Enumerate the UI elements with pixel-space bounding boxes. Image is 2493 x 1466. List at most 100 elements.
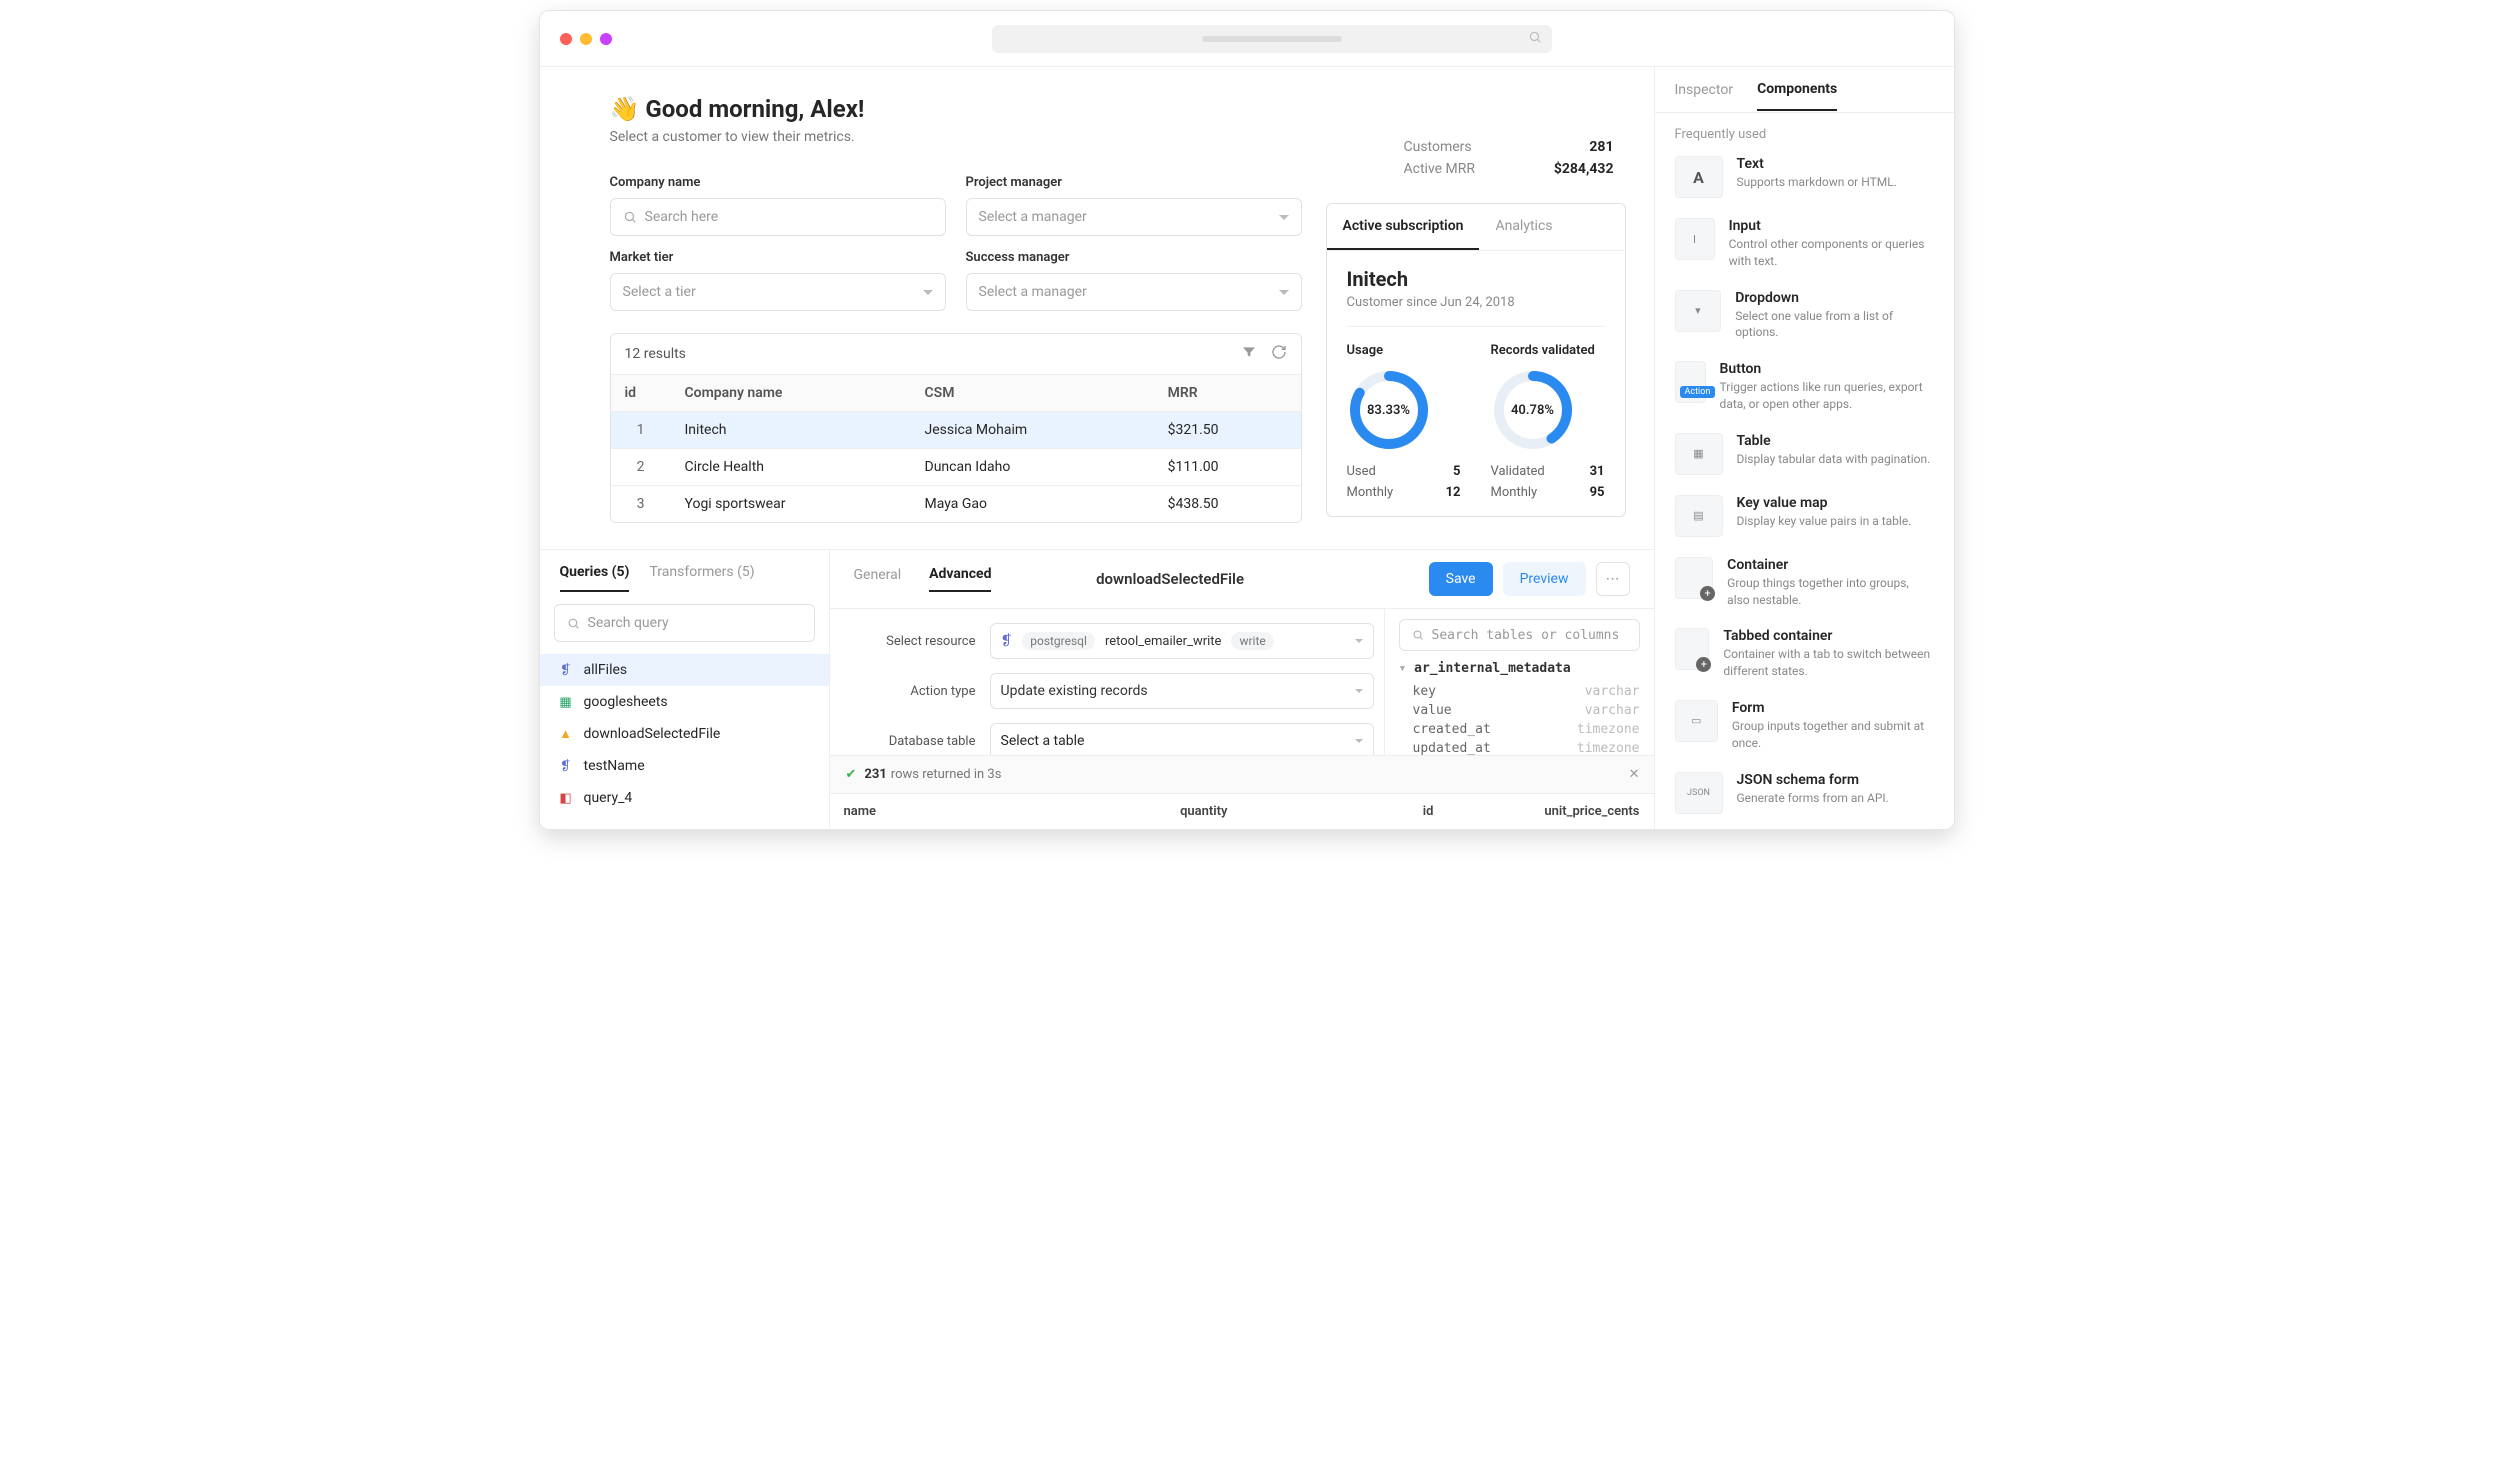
postgres-icon: ❡ bbox=[1001, 633, 1013, 649]
subscription-card: Active subscription Analytics Initech Cu… bbox=[1326, 203, 1626, 517]
tab-inspector[interactable]: Inspector bbox=[1675, 70, 1734, 110]
query-item-googlesheets[interactable]: ▦googlesheets bbox=[540, 686, 829, 718]
form-icon: ▭ bbox=[1675, 700, 1718, 742]
customer-since: Customer since Jun 24, 2018 bbox=[1347, 295, 1605, 310]
tab-components[interactable]: Components bbox=[1757, 69, 1837, 111]
resource-select[interactable]: ❡ postgresql retool_emailer_write write bbox=[990, 623, 1374, 659]
component-json-form[interactable]: JSON JSON schema formGenerate forms from… bbox=[1669, 762, 1940, 824]
close-icon[interactable]: ✕ bbox=[1629, 767, 1640, 782]
query-item-allfiles[interactable]: ❡allFiles bbox=[540, 654, 829, 686]
page-subtitle: Select a customer to view their metrics. bbox=[610, 129, 1302, 145]
dropdown-icon: ▾ bbox=[1675, 290, 1722, 332]
database-table-select[interactable]: Select a table bbox=[990, 723, 1374, 755]
component-kvmap[interactable]: ▤ Key value mapDisplay key value pairs i… bbox=[1669, 485, 1940, 547]
table-row[interactable]: 3 Yogi sportswear Maya Gao $438.50 bbox=[611, 486, 1301, 523]
tab-transformers[interactable]: Transformers (5) bbox=[649, 564, 754, 592]
rescol-quantity[interactable]: quantity bbox=[1036, 794, 1242, 829]
schema-search-input[interactable]: Search tables or columns bbox=[1399, 619, 1640, 651]
schema-table-name[interactable]: ar_internal_metadata bbox=[1399, 661, 1640, 676]
component-dropdown[interactable]: ▾ DropdownSelect one value from a list o… bbox=[1669, 280, 1940, 352]
component-text[interactable]: A TextSupports markdown or HTML. bbox=[1669, 146, 1940, 208]
success-manager-select[interactable]: Select a manager bbox=[966, 273, 1302, 311]
sheets-icon: ▦ bbox=[558, 694, 574, 710]
results-count: 12 results bbox=[625, 346, 686, 362]
button-icon: Action bbox=[1675, 361, 1706, 403]
tab-analytics[interactable]: Analytics bbox=[1479, 204, 1568, 250]
search-icon bbox=[623, 210, 637, 224]
table-row[interactable]: 1 Initech Jessica Mohaim $321.50 bbox=[611, 412, 1301, 449]
save-button[interactable]: Save bbox=[1429, 562, 1493, 596]
schema-column[interactable]: valuevarchar bbox=[1399, 701, 1640, 720]
frequently-used-label: Frequently used bbox=[1655, 113, 1954, 146]
project-manager-select[interactable]: Select a manager bbox=[966, 198, 1302, 236]
plus-icon: + bbox=[1696, 657, 1711, 672]
query-item-testname[interactable]: ❡testName bbox=[540, 750, 829, 782]
query-search-input[interactable]: Search query bbox=[554, 604, 815, 642]
company-search-input[interactable]: Search here bbox=[610, 198, 946, 236]
schema-browser: Search tables or columns ar_internal_met… bbox=[1384, 609, 1654, 755]
schema-column[interactable]: created_attimezone bbox=[1399, 720, 1640, 739]
component-tabbed-container[interactable]: + Tabbed containerContainer with a tab t… bbox=[1669, 618, 1940, 690]
minimize-icon[interactable] bbox=[580, 33, 592, 45]
window-controls[interactable] bbox=[560, 33, 612, 45]
query-item-query4[interactable]: ◧query_4 bbox=[540, 782, 829, 814]
refresh-icon[interactable] bbox=[1271, 344, 1287, 364]
table-row[interactable]: 2 Circle Health Duncan Idaho $111.00 bbox=[611, 449, 1301, 486]
usage-gauge: 83.33% bbox=[1347, 368, 1431, 452]
component-button[interactable]: Action ButtonTrigger actions like run qu… bbox=[1669, 351, 1940, 423]
omnibox[interactable] bbox=[992, 25, 1552, 53]
company-name-label: Company name bbox=[610, 175, 946, 190]
action-type-select[interactable]: Update existing records bbox=[990, 673, 1374, 709]
tab-general[interactable]: General bbox=[854, 567, 902, 591]
col-id[interactable]: id bbox=[611, 375, 671, 412]
wave-icon: 👋 bbox=[610, 95, 640, 123]
query-panel: Queries (5) Transformers (5) Search quer… bbox=[540, 550, 830, 829]
rescol-id[interactable]: id bbox=[1242, 794, 1448, 829]
filter-icon[interactable] bbox=[1241, 344, 1257, 364]
right-sidebar: Inspector Components Frequently used A T… bbox=[1654, 67, 1954, 829]
market-tier-label: Market tier bbox=[610, 250, 946, 265]
editor-title: downloadSelectedFile bbox=[939, 570, 1400, 588]
col-csm[interactable]: CSM bbox=[911, 375, 1154, 412]
firebase-icon: ▲ bbox=[558, 726, 574, 742]
kpi-block: Customers281 Active MRR$284,432 bbox=[1404, 139, 1614, 183]
postgres-icon: ❡ bbox=[558, 758, 574, 774]
close-icon[interactable] bbox=[560, 33, 572, 45]
preview-button[interactable]: Preview bbox=[1503, 562, 1586, 596]
rescol-name[interactable]: name bbox=[830, 794, 1036, 829]
component-form[interactable]: ▭ FormGroup inputs together and submit a… bbox=[1669, 690, 1940, 762]
component-container[interactable]: + ContainerGroup things together into gr… bbox=[1669, 547, 1940, 619]
rescol-unit-price[interactable]: unit_price_cents bbox=[1448, 794, 1654, 829]
tab-queries[interactable]: Queries (5) bbox=[560, 564, 630, 592]
query-item-download[interactable]: ▲downloadSelectedFile bbox=[540, 718, 829, 750]
table-icon: ▦ bbox=[1675, 433, 1723, 475]
customer-name: Initech bbox=[1347, 267, 1605, 291]
records-gauge: 40.78% bbox=[1491, 368, 1575, 452]
market-tier-select[interactable]: Select a tier bbox=[610, 273, 946, 311]
search-icon bbox=[1528, 30, 1542, 48]
tab-active-subscription[interactable]: Active subscription bbox=[1327, 204, 1480, 250]
result-status-bar: ✔ 231 rows returned in 3s ✕ bbox=[830, 755, 1654, 793]
input-icon: I bbox=[1675, 218, 1715, 260]
col-mrr[interactable]: MRR bbox=[1154, 375, 1301, 412]
component-input[interactable]: I InputControl other components or queri… bbox=[1669, 208, 1940, 280]
col-company[interactable]: Company name bbox=[671, 375, 911, 412]
resource-label: Select resource bbox=[840, 634, 990, 649]
kvmap-icon: ▤ bbox=[1675, 495, 1723, 537]
maximize-icon[interactable] bbox=[600, 33, 612, 45]
tabbed-container-icon: + bbox=[1675, 628, 1710, 670]
text-icon: A bbox=[1675, 156, 1723, 198]
success-icon: ✔ bbox=[846, 767, 857, 782]
search-icon bbox=[1412, 629, 1424, 641]
query-editor: General Advanced downloadSelectedFile Sa… bbox=[830, 550, 1654, 829]
database-icon: ◧ bbox=[558, 790, 574, 806]
json-icon: JSON bbox=[1675, 772, 1723, 814]
usage-label: Usage bbox=[1347, 343, 1461, 358]
customers-table: 12 results id Company name CSM bbox=[610, 333, 1302, 523]
project-manager-label: Project manager bbox=[966, 175, 1302, 190]
titlebar bbox=[540, 11, 1954, 67]
schema-column[interactable]: keyvarchar bbox=[1399, 682, 1640, 701]
component-table[interactable]: ▦ TableDisplay tabular data with paginat… bbox=[1669, 423, 1940, 485]
more-button[interactable]: ⋯ bbox=[1596, 562, 1630, 596]
success-manager-label: Success manager bbox=[966, 250, 1302, 265]
